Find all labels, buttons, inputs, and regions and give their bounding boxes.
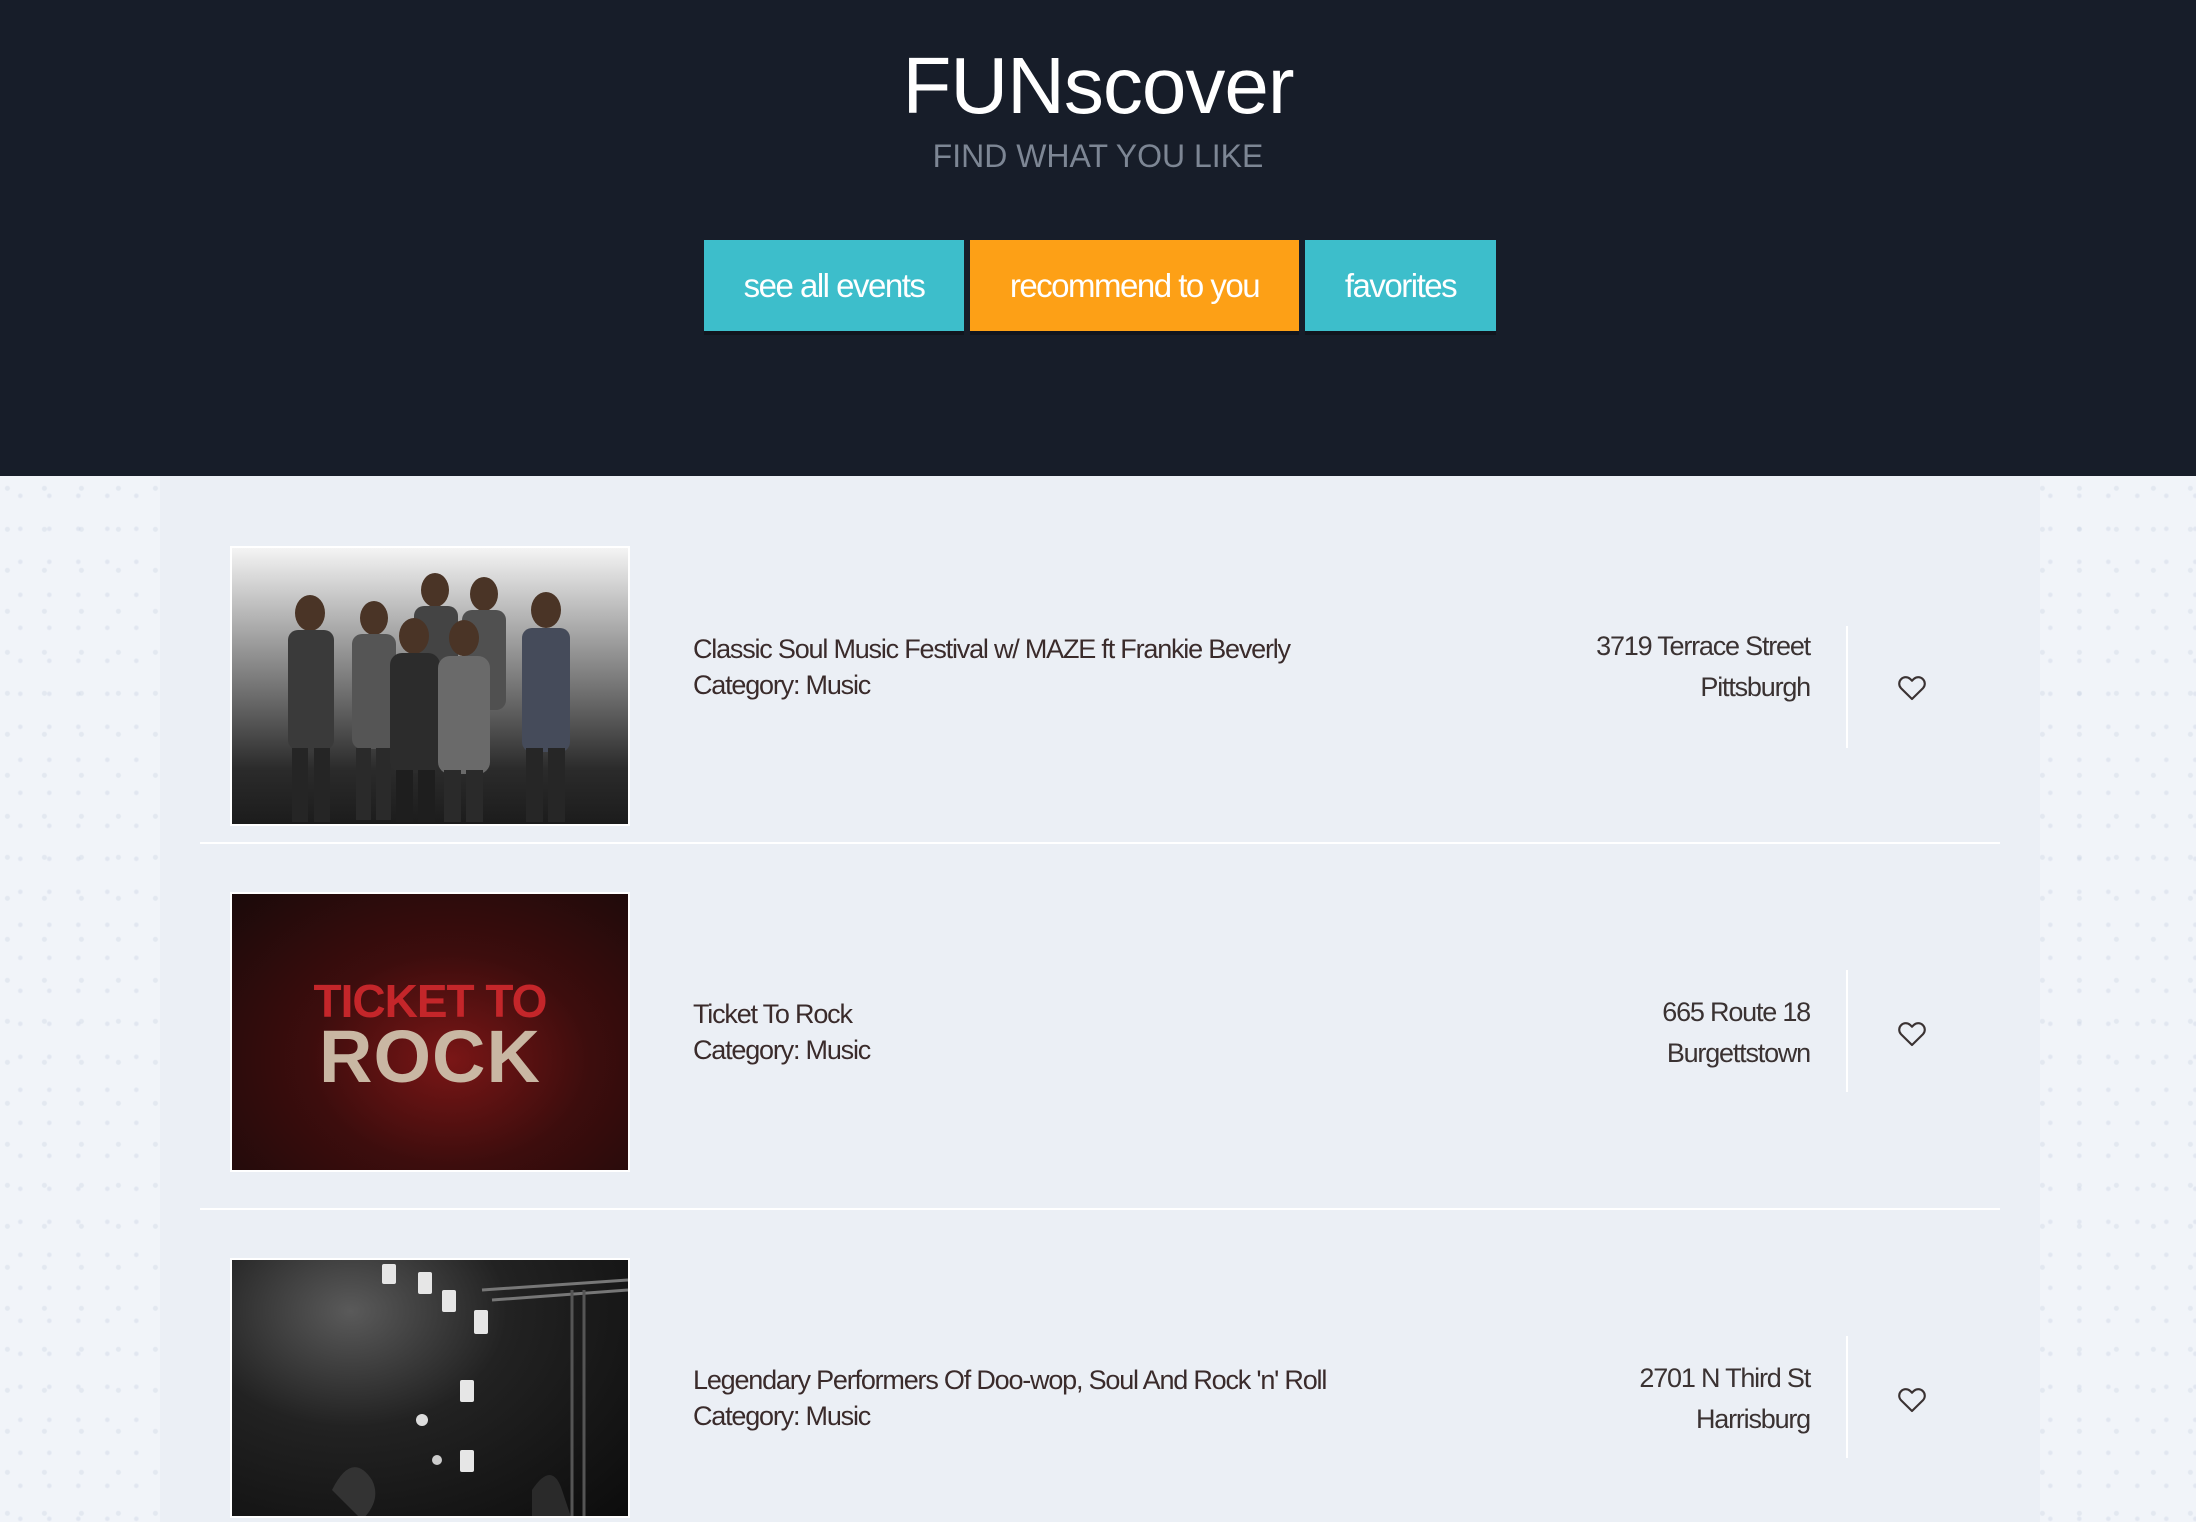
event-address: 665 Route 18 Burgettstown [1662,992,1811,1074]
column-divider [1846,626,1848,748]
address-street: 2701 N Third St [1639,1363,1811,1393]
event-title[interactable]: Classic Soul Music Festival w/ MAZE ft F… [693,631,1493,667]
site-header: FUNscover FIND WHAT YOU LIKE see all eve… [0,0,2196,476]
concert-stage-illustration [332,1264,628,1516]
heart-outline-icon [1898,1387,1926,1412]
event-image[interactable] [230,546,630,826]
site-subtitle: FIND WHAT YOU LIKE [932,138,1264,174]
band-photo-illustration [288,573,570,822]
thumb-text-bottom: ROCK [319,1015,541,1098]
column-divider [1846,970,1848,1092]
event-info: Classic Soul Music Festival w/ MAZE ft F… [693,631,1493,703]
address-street: 3719 Terrace Street [1596,631,1811,661]
event-category: Category: Music [693,1401,871,1431]
address-city: Burgettstown [1666,1038,1811,1068]
event-row: TICKET TO ROCK Ticket To Rock Category: … [200,842,2000,1210]
address-street: 665 Route 18 [1662,997,1811,1027]
favorites-button[interactable]: favorites [1305,240,1496,331]
favorite-button[interactable] [1890,666,1934,710]
favorite-button[interactable] [1890,1378,1934,1422]
event-image[interactable] [230,1258,630,1518]
event-row: Legendary Performers Of Doo-wop, Soul An… [200,1208,2000,1522]
favorite-button[interactable] [1890,1012,1934,1056]
event-image[interactable]: TICKET TO ROCK [230,892,630,1172]
see-all-events-button[interactable]: see all events [704,240,964,331]
heart-outline-icon [1898,1021,1926,1046]
column-divider [1846,1336,1848,1458]
site-title: FUNscover [902,41,1294,130]
event-list: Classic Soul Music Festival w/ MAZE ft F… [160,476,2040,1522]
event-address: 2701 N Third St Harrisburg [1639,1358,1811,1440]
event-info: Ticket To Rock Category: Music [693,996,1493,1068]
address-city: Harrisburg [1695,1404,1811,1434]
event-category: Category: Music [693,1035,871,1065]
event-category: Category: Music [693,670,871,700]
heart-outline-icon [1898,675,1926,700]
address-city: Pittsburgh [1700,672,1811,702]
event-row: Classic Soul Music Festival w/ MAZE ft F… [200,476,2000,844]
event-title[interactable]: Ticket To Rock [693,996,1493,1032]
event-info: Legendary Performers Of Doo-wop, Soul An… [693,1362,1493,1434]
event-title[interactable]: Legendary Performers Of Doo-wop, Soul An… [693,1362,1493,1398]
event-address: 3719 Terrace Street Pittsburgh [1596,626,1811,708]
recommend-to-you-button[interactable]: recommend to you [970,240,1299,331]
